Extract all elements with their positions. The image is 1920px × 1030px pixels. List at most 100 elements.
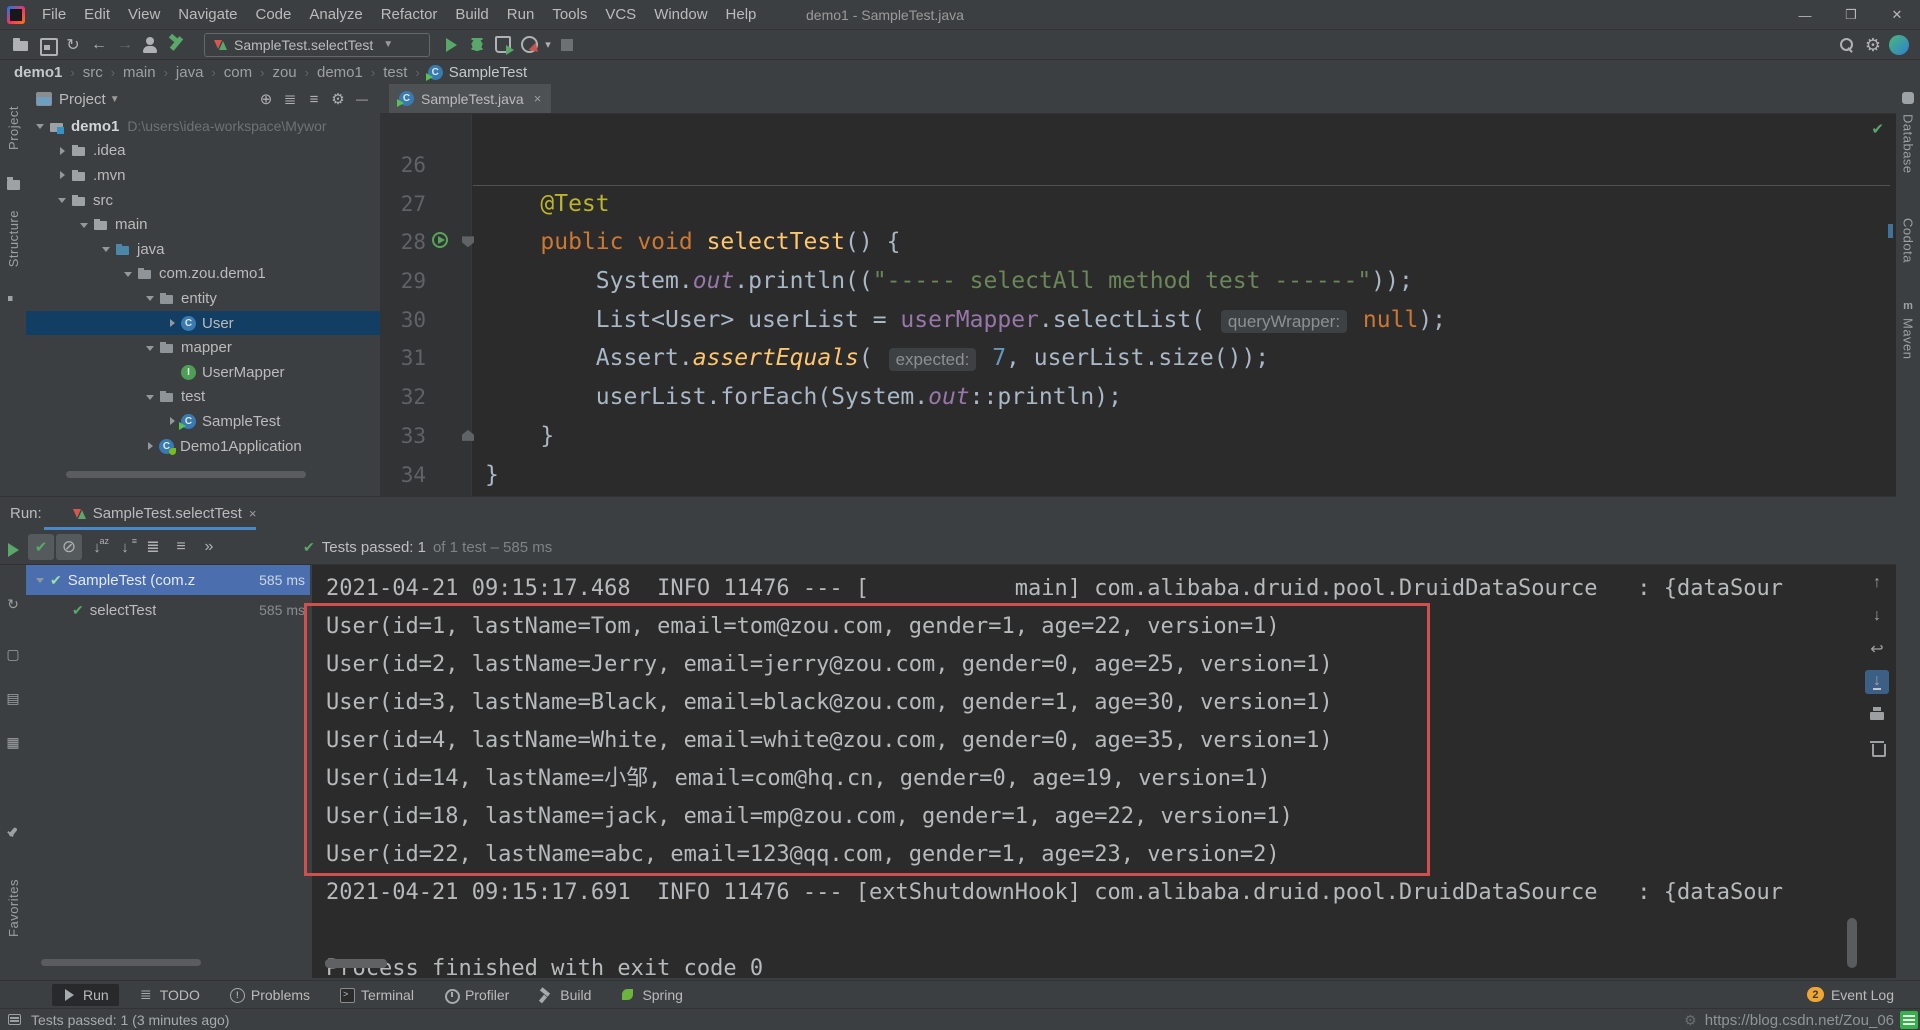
project-tree-hscrollbar[interactable] xyxy=(66,471,306,478)
chevron-down-icon[interactable] xyxy=(144,292,156,304)
code-text[interactable]: } xyxy=(472,456,1896,495)
console-hscrollbar[interactable] xyxy=(325,959,387,968)
rerun-test-button[interactable] xyxy=(0,538,26,562)
stop-button[interactable] xyxy=(0,592,26,616)
chevron-right-icon[interactable] xyxy=(56,145,68,157)
code-line-27[interactable]: 27 @Test xyxy=(380,185,1896,224)
chevron-right-icon[interactable] xyxy=(166,415,178,427)
code-line-33[interactable]: 33 } xyxy=(380,417,1896,456)
show-passed-button[interactable] xyxy=(28,534,54,560)
settings-icon[interactable] xyxy=(1860,33,1886,57)
chevron-down-icon[interactable] xyxy=(56,194,68,206)
chevron-down-icon[interactable] xyxy=(100,243,112,255)
menu-analyze[interactable]: Analyze xyxy=(300,0,371,30)
tree-item-usermapper[interactable]: UserMapper xyxy=(26,360,380,385)
code-text[interactable]: public void selectTest() { xyxy=(472,223,1896,262)
tool-strip-favorites-tab[interactable]: Favorites xyxy=(0,879,26,937)
tool-strip-structure-tab[interactable]: Structure xyxy=(0,210,26,267)
code-text[interactable]: @Test xyxy=(472,185,1896,224)
code-line-28[interactable]: 28 public void selectTest() { xyxy=(380,223,1896,262)
code-line-34[interactable]: 34} xyxy=(380,456,1896,495)
test-history-button[interactable] xyxy=(0,642,26,666)
sync-icon[interactable] xyxy=(60,33,86,57)
code-line-32[interactable]: 32 userList.forEach(System.out::println)… xyxy=(380,378,1896,417)
down-stack-trace-button[interactable] xyxy=(1865,604,1889,628)
search-everywhere-icon[interactable] xyxy=(1834,33,1860,57)
tree-item-user[interactable]: User xyxy=(26,311,380,336)
breadcrumb-item-sampletest[interactable]: SampleTest xyxy=(428,64,527,81)
maven-icon[interactable]: m xyxy=(1896,300,1920,312)
tool-window-tab-terminal[interactable]: Terminal xyxy=(330,984,424,1006)
tree-item--idea[interactable]: .idea xyxy=(26,139,380,164)
test-tree-hscrollbar[interactable] xyxy=(41,959,201,966)
profiler-dropdown-icon[interactable] xyxy=(542,33,554,57)
up-stack-trace-button[interactable] xyxy=(1865,571,1889,595)
forward-icon[interactable] xyxy=(112,33,138,57)
tree-item-src[interactable]: src xyxy=(26,188,380,213)
chevron-right-icon[interactable] xyxy=(166,317,178,329)
user-dropdown-icon[interactable] xyxy=(138,33,164,57)
tool-window-tab-run[interactable]: Run xyxy=(52,984,119,1006)
tool-strip-database-tab[interactable]: Database xyxy=(1896,114,1920,174)
code-line-30[interactable]: 30 List<User> userList = userMapper.sele… xyxy=(380,301,1896,340)
tool-window-tab-problems[interactable]: Problems xyxy=(220,984,320,1006)
tool-window-tab-build[interactable]: Build xyxy=(529,984,601,1006)
chevron-right-icon[interactable] xyxy=(56,169,68,181)
tree-item-sampletest[interactable]: SampleTest xyxy=(26,409,380,434)
open-project-icon[interactable] xyxy=(8,33,34,57)
database-icon[interactable] xyxy=(1896,92,1920,104)
code-text[interactable]: } xyxy=(472,417,1896,456)
console-vscrollbar[interactable] xyxy=(1847,918,1857,968)
hide-panel-icon[interactable] xyxy=(350,88,374,110)
profiler-icon[interactable] xyxy=(516,33,542,57)
code-line-26[interactable]: 26 xyxy=(380,146,1896,185)
code-line-31[interactable]: 31 Assert.assertEquals( expected: 7, use… xyxy=(380,339,1896,378)
minimize-button[interactable]: — xyxy=(1782,0,1828,30)
menu-run[interactable]: Run xyxy=(498,0,544,30)
layout-button[interactable] xyxy=(0,730,26,754)
tree-item-com-zou-demo1[interactable]: com.zou.demo1 xyxy=(26,262,380,287)
print-button[interactable] xyxy=(1865,703,1889,727)
code-line-29[interactable]: 29 System.out.println(("----- selectAll … xyxy=(380,262,1896,301)
chevron-down-icon[interactable] xyxy=(34,574,46,586)
chevron-down-icon[interactable] xyxy=(144,342,156,354)
expand-all-button[interactable] xyxy=(140,534,166,560)
console-output[interactable]: 2021-04-21 09:15:17.468 INFO 11476 --- [… xyxy=(312,565,1896,978)
collapse-all-button[interactable] xyxy=(168,534,194,560)
breadcrumb-item-test[interactable]: test xyxy=(383,64,407,81)
tree-item-mapper[interactable]: mapper xyxy=(26,335,380,360)
save-all-icon[interactable] xyxy=(34,33,60,57)
menu-view[interactable]: View xyxy=(119,0,169,30)
project-panel-title[interactable]: Project xyxy=(59,91,106,108)
tool-strip-codota-tab[interactable]: Codota xyxy=(1896,218,1920,263)
tool-strip-maven-tab[interactable]: Maven xyxy=(1896,318,1920,360)
chevron-right-icon[interactable] xyxy=(144,440,156,452)
pin-tab-button[interactable] xyxy=(0,820,26,844)
stop-icon[interactable] xyxy=(554,33,580,57)
code-text[interactable] xyxy=(472,146,1896,185)
collapse-all-icon[interactable] xyxy=(302,88,326,110)
soft-wrap-button[interactable] xyxy=(1865,637,1889,661)
back-icon[interactable] xyxy=(86,33,112,57)
chevron-down-icon[interactable] xyxy=(78,219,90,231)
menu-help[interactable]: Help xyxy=(717,0,766,30)
breadcrumb-item-zou[interactable]: zou xyxy=(272,64,296,81)
run-with-coverage-icon[interactable] xyxy=(490,33,516,57)
menu-edit[interactable]: Edit xyxy=(75,0,119,30)
show-ignored-button[interactable] xyxy=(56,534,82,560)
menu-build[interactable]: Build xyxy=(446,0,497,30)
clear-console-button[interactable] xyxy=(1865,736,1889,760)
breadcrumb-item-demo1[interactable]: demo1 xyxy=(14,64,62,81)
code-area[interactable]: 2627 @Test28 public void selectTest() {2… xyxy=(380,114,1896,496)
tree-item-entity[interactable]: entity xyxy=(26,286,380,311)
tree-item-demo1application[interactable]: Demo1Application xyxy=(26,434,380,459)
tree-item--mvn[interactable]: .mvn xyxy=(26,163,380,188)
chevron-down-icon[interactable] xyxy=(122,268,134,280)
close-button[interactable]: ✕ xyxy=(1874,0,1920,30)
chevron-down-icon[interactable] xyxy=(144,391,156,403)
maximize-button[interactable]: ❒ xyxy=(1828,0,1874,30)
code-text[interactable]: System.out.println(("----- selectAll met… xyxy=(472,262,1896,301)
folder-icon[interactable] xyxy=(0,180,26,190)
locate-file-icon[interactable] xyxy=(254,88,278,110)
sort-by-duration-button[interactable] xyxy=(112,534,138,560)
